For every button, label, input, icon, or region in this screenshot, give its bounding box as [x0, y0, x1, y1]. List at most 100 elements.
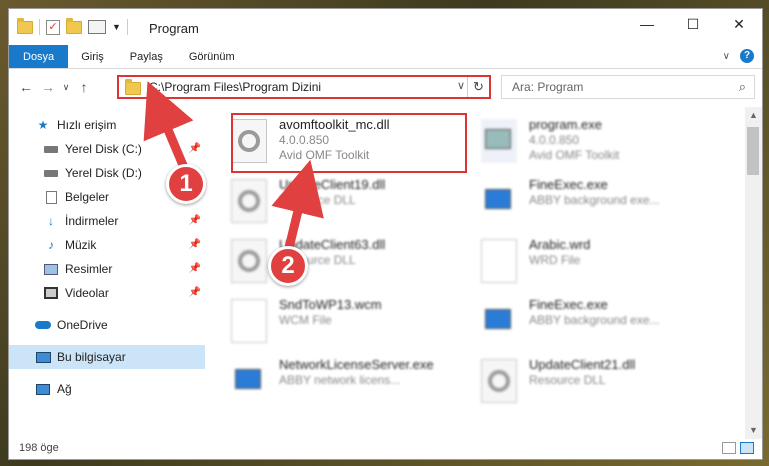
scroll-up-icon[interactable]: ▲ [745, 107, 762, 124]
file-item[interactable]: SndToWP13.wcm WCM File [231, 295, 471, 353]
file-detail: Resource DLL [529, 373, 606, 387]
sidebar-item-this-pc[interactable]: Bu bilgisayar [9, 345, 205, 369]
file-detail: WRD File [529, 253, 581, 267]
video-icon [43, 286, 59, 300]
minimize-button[interactable]: — [624, 9, 670, 39]
sidebar-item-downloads[interactable]: ↓ İndirmeler 📌 [9, 209, 205, 233]
pin-icon[interactable]: 📌 [189, 239, 201, 250]
forward-button[interactable]: → [37, 79, 59, 95]
navigation-bar: ← → ∨ ↑ C:\Program Files\Program Dizini … [9, 70, 762, 104]
exe-file-icon [481, 299, 517, 343]
sidebar-item-label: Belgeler [65, 190, 110, 204]
file-item[interactable]: FineExec.exe ABBY background exe... [481, 295, 721, 353]
highlight-box [231, 113, 467, 173]
pin-icon[interactable]: 📌 [189, 263, 201, 274]
file-item[interactable]: NetworkLicenseServer.exe ABBY network li… [231, 355, 471, 413]
search-icon[interactable]: ⌕ [739, 79, 746, 95]
file-detail: Avid OMF Toolkit [529, 148, 620, 162]
large-icons-view-icon[interactable] [740, 442, 754, 454]
exe-file-icon [481, 179, 517, 223]
sidebar-item-label: Ağ [57, 382, 72, 396]
ribbon-tabs: Dosya Giriş Paylaş Görünüm ∨ ? [9, 45, 762, 69]
step-badge-2: 2 [268, 246, 308, 286]
item-count: 198 öge [19, 442, 59, 454]
explorer-window: ✓ ▼ Program — ☐ ✕ Dosya Giriş Paylaş Gör… [8, 8, 763, 460]
recent-dropdown-icon[interactable]: ∨ [59, 82, 73, 93]
exe-file-icon [481, 119, 517, 163]
file-name: NetworkLicenseServer.exe [279, 357, 434, 372]
sidebar-item-network[interactable]: Ağ [9, 377, 205, 401]
tab-view[interactable]: Görünüm [176, 45, 248, 68]
star-icon: ★ [37, 118, 49, 132]
sidebar-item-quick-access[interactable]: ★ Hızlı erişim [9, 113, 205, 137]
back-button[interactable]: ← [15, 79, 37, 95]
file-detail: ABBY background exe... [529, 193, 660, 207]
title-bar: ✓ ▼ Program — ☐ ✕ [9, 9, 762, 45]
step-badge-1: 1 [166, 164, 206, 204]
window-title: Program [149, 21, 199, 36]
pictures-icon [43, 262, 59, 276]
file-item[interactable]: UpdateClient19.dll Resource DLL [231, 175, 471, 233]
scroll-thumb[interactable] [747, 127, 759, 175]
file-item[interactable]: UpdateClient63.dll Resource DLL [231, 235, 471, 293]
address-path[interactable]: C:\Program Files\Program Dizini [149, 80, 321, 94]
sidebar-item-videos[interactable]: Videolar 📌 [9, 281, 205, 305]
tab-share[interactable]: Paylaş [117, 45, 176, 68]
cloud-icon [35, 318, 51, 332]
tab-home[interactable]: Giriş [68, 45, 117, 68]
navigation-pane: ★ Hızlı erişim Yerel Disk (C:) 📌 Yerel D… [9, 107, 205, 439]
file-name: UpdateClient21.dll [529, 357, 636, 372]
pin-icon[interactable]: 📌 [189, 215, 201, 226]
file-name: Arabic.wrd [529, 237, 591, 252]
file-item[interactable]: UpdateClient21.dll Resource DLL [481, 355, 721, 413]
refresh-icon[interactable]: ↻ [467, 77, 489, 97]
dll-file-icon [231, 179, 267, 223]
quick-access-toolbar: ✓ ▼ [17, 17, 128, 35]
folder-icon [125, 79, 141, 95]
sidebar-item-label: Yerel Disk (C:) [65, 142, 142, 156]
exe-file-icon [231, 359, 267, 403]
file-name: SndToWP13.wcm [279, 297, 382, 312]
tab-file[interactable]: Dosya [9, 45, 69, 68]
address-bar[interactable]: C:\Program Files\Program Dizini ∨ ↻ [117, 75, 491, 99]
sidebar-item-onedrive[interactable]: OneDrive [9, 313, 205, 337]
file-item[interactable]: program.exe 4.0.0.850 Avid OMF Toolkit [481, 115, 721, 173]
status-bar: 198 öge [9, 437, 762, 459]
search-placeholder[interactable]: Ara: Program [512, 80, 583, 94]
search-input[interactable]: Ara: Program ⌕ [501, 75, 755, 99]
expand-ribbon-icon[interactable]: ∨ [723, 51, 730, 62]
drive-icon [43, 142, 59, 156]
address-dropdown-icon[interactable]: ∨ [457, 79, 465, 92]
up-button[interactable]: ↑ [73, 79, 95, 95]
details-view-icon[interactable] [722, 442, 736, 454]
pin-icon[interactable]: 📌 [189, 143, 201, 154]
file-name: FineExec.exe [529, 297, 608, 312]
vertical-scrollbar[interactable]: ▲ ▼ [745, 107, 762, 439]
dll-file-icon [231, 239, 267, 283]
separator [39, 19, 40, 35]
sidebar-item-label: Müzik [65, 238, 97, 252]
new-folder-icon[interactable] [66, 17, 82, 34]
folder-icon [17, 17, 33, 34]
dll-file-icon [481, 359, 517, 403]
sidebar-item-local-disk-c[interactable]: Yerel Disk (C:) 📌 [9, 137, 205, 161]
generic-file-icon [231, 299, 267, 343]
layout-icon[interactable] [88, 20, 106, 34]
separator [126, 19, 128, 35]
sidebar-item-label: OneDrive [57, 318, 108, 332]
close-button[interactable]: ✕ [716, 9, 762, 39]
file-name: FineExec.exe [529, 177, 608, 192]
file-item[interactable]: Arabic.wrd WRD File [481, 235, 721, 293]
sidebar-item-label: Videolar [65, 286, 109, 300]
file-detail: ABBY background exe... [529, 313, 660, 327]
maximize-button[interactable]: ☐ [670, 9, 716, 39]
customize-dropdown-icon[interactable]: ▼ [112, 22, 121, 32]
sidebar-item-music[interactable]: ♪ Müzik 📌 [9, 233, 205, 257]
file-detail: ABBY network licens... [279, 373, 401, 387]
help-icon[interactable]: ? [740, 49, 754, 63]
pin-icon[interactable]: 📌 [189, 287, 201, 298]
sidebar-item-pictures[interactable]: Resimler 📌 [9, 257, 205, 281]
properties-check-icon[interactable]: ✓ [46, 19, 60, 35]
file-item[interactable]: FineExec.exe ABBY background exe... [481, 175, 721, 233]
file-name: UpdateClient19.dll [279, 177, 386, 192]
